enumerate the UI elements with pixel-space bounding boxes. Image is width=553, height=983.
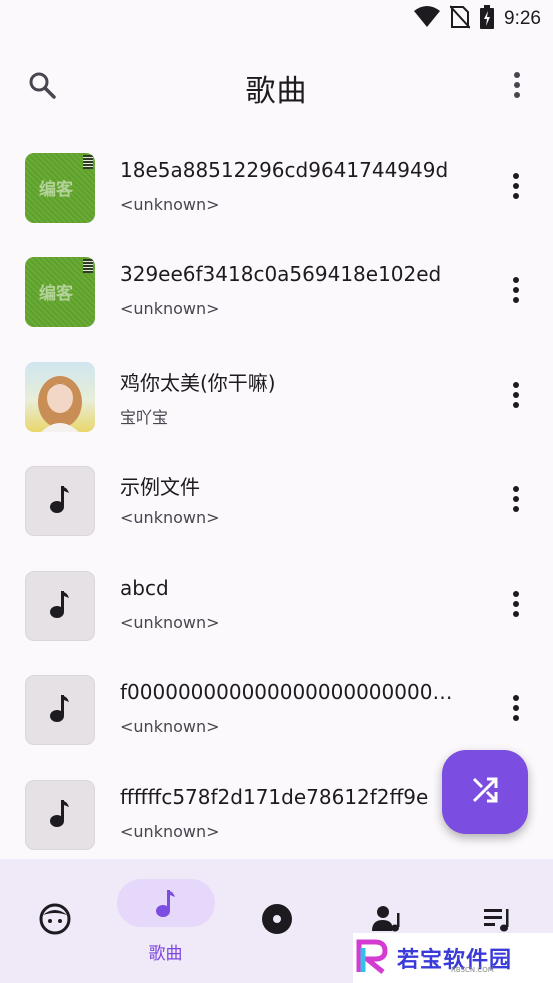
song-more-button[interactable] [501, 377, 531, 417]
app-bar: 歌曲 [0, 52, 553, 122]
album-art [25, 675, 95, 745]
page-title: 歌曲 [245, 74, 308, 109]
shuffle-fab[interactable] [442, 750, 528, 834]
music-note-icon [49, 484, 71, 518]
more-vert-icon [512, 590, 520, 622]
status-bar: 9:26 [0, 0, 553, 40]
song-title: 329ee6f3418c0a569418e102ed [120, 262, 442, 286]
song-artist: <unknown> [120, 508, 220, 527]
song-more-button[interactable] [501, 272, 531, 312]
song-title: 示例文件 [120, 475, 200, 499]
nav-label-songs: 歌曲 [148, 944, 183, 964]
song-artist: <unknown> [120, 613, 220, 632]
song-row[interactable]: 编客 329ee6f3418c0a569418e102ed <unknown> [0, 248, 553, 352]
music-note-icon [49, 693, 71, 727]
song-title: f000000000000000000000000000 [120, 680, 455, 704]
watermark-logo: 若宝软件园 RBSCN.COM [353, 933, 553, 983]
song-artist: <unknown> [120, 195, 220, 214]
nav-item-for-you[interactable] [0, 859, 110, 983]
battery-charging-icon [480, 5, 495, 33]
no-sim-icon [449, 5, 471, 33]
more-vert-icon [512, 381, 520, 413]
song-row[interactable]: 示例文件 <unknown> [0, 457, 553, 561]
song-artist: <unknown> [120, 822, 220, 841]
song-title: ffffffc578f2d171de78612f2ff9e [120, 785, 429, 809]
song-artist: <unknown> [120, 299, 220, 318]
song-artist: 宝吖宝 [120, 408, 169, 427]
album-art [25, 571, 95, 641]
album-art: 编客 [25, 257, 95, 327]
more-vert-icon [512, 485, 520, 517]
nav-item-songs[interactable]: 歌曲 [110, 859, 221, 983]
song-more-button[interactable] [501, 168, 531, 208]
more-vert-icon [512, 172, 520, 204]
wifi-icon [414, 6, 441, 32]
album-art [25, 362, 95, 432]
song-title: 鸡你太美(你干嘛) [120, 371, 276, 395]
song-artist: <unknown> [120, 717, 220, 736]
status-time: 9:26 [504, 8, 541, 29]
more-vert-icon [512, 276, 520, 308]
album-art [25, 780, 95, 850]
song-row[interactable]: 鸡你太美(你干嘛) 宝吖宝 [0, 353, 553, 457]
music-note-icon [49, 798, 71, 832]
album-icon [257, 899, 297, 939]
song-more-button[interactable] [501, 481, 531, 521]
album-art [25, 466, 95, 536]
shuffle-icon [470, 775, 500, 809]
nav-item-albums[interactable] [221, 859, 332, 983]
portrait-image [38, 376, 82, 432]
song-row[interactable]: 编客 18e5a88512296cd9641744949d <unknown> [0, 144, 553, 248]
more-vert-icon [512, 694, 520, 726]
watermark-subtext: RBSCN.COM [451, 966, 494, 974]
music-note-icon [146, 883, 186, 923]
music-note-icon [49, 589, 71, 623]
album-art: 编客 [25, 153, 95, 223]
song-title: 18e5a88512296cd9641744949d [120, 158, 449, 182]
more-vert-icon [513, 71, 521, 103]
song-title: abcd [120, 576, 169, 600]
song-more-button[interactable] [501, 586, 531, 626]
face-icon [35, 899, 75, 939]
logo-r-icon [353, 936, 393, 980]
song-more-button[interactable] [501, 690, 531, 730]
overflow-menu-button[interactable] [497, 67, 537, 107]
song-row[interactable]: abcd <unknown> [0, 562, 553, 666]
